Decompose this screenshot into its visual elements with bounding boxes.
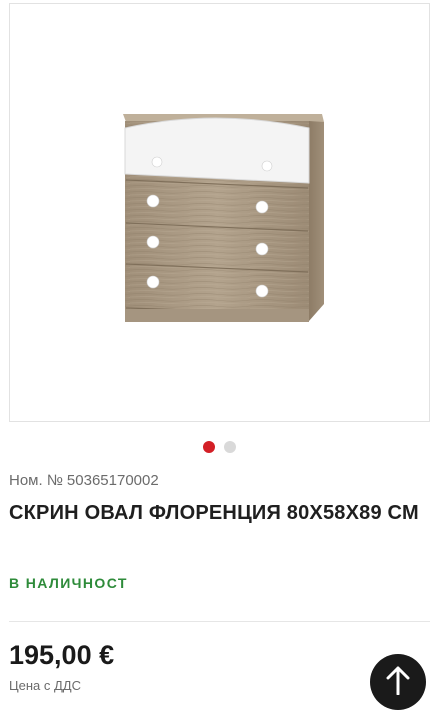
product-image	[123, 114, 324, 322]
gallery-pagination	[0, 441, 439, 453]
divider	[9, 621, 430, 622]
product-image-gallery[interactable]	[9, 3, 430, 422]
sku-line: Ном. № 50365170002	[9, 472, 159, 489]
availability-status: В НАЛИЧНОСТ	[9, 575, 128, 591]
product-title: СКРИН ОВАЛ ФЛОРЕНЦИЯ 80Х58Х89 СМ	[9, 502, 419, 524]
price-note: Цена с ДДС	[9, 678, 81, 693]
sku-label: Ном. №	[9, 472, 63, 489]
scroll-to-top-button[interactable]	[370, 654, 426, 710]
sku-number: 50365170002	[66, 472, 159, 489]
product-price: 195,00 €	[9, 640, 115, 670]
gallery-dot-1[interactable]	[203, 441, 215, 453]
arrow-up-icon	[386, 666, 410, 695]
gallery-dot-2[interactable]	[224, 441, 236, 453]
